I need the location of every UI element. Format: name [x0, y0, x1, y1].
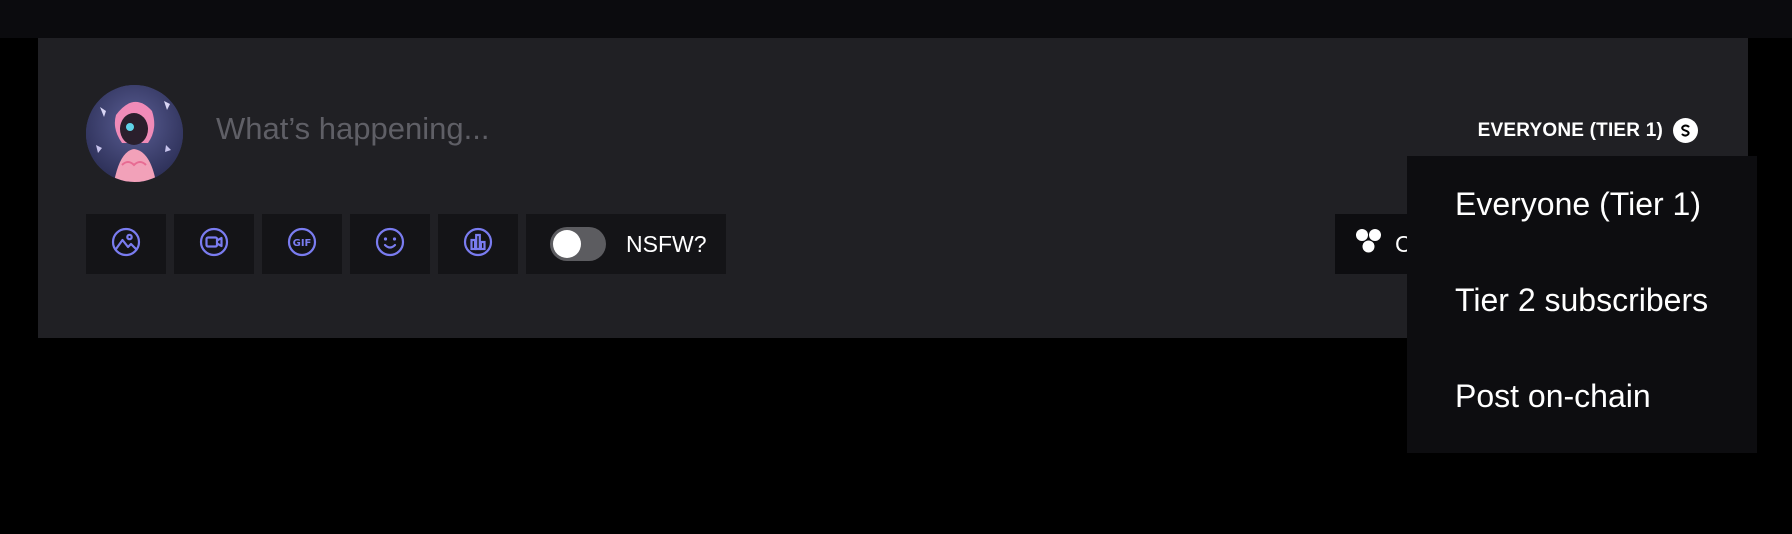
emoji-icon [374, 226, 406, 263]
add-poll-button[interactable] [438, 214, 518, 274]
poll-icon [462, 226, 494, 263]
cluster-icon [1355, 228, 1383, 260]
audience-selected-label: EVERYONE (TIER 1) [1477, 119, 1663, 141]
svg-text:GIF: GIF [293, 238, 312, 249]
nsfw-toggle[interactable] [550, 227, 606, 261]
dropdown-option-label: Everyone (Tier 1) [1455, 185, 1701, 222]
dropdown-option-on-chain[interactable]: Post on-chain [1407, 348, 1757, 444]
dropdown-option-tier-2[interactable]: Tier 2 subscribers [1407, 252, 1757, 348]
post-input[interactable] [214, 108, 1118, 150]
gif-icon: GIF [286, 226, 318, 263]
audience-selector[interactable]: EVERYONE (TIER 1) [1478, 118, 1698, 143]
composer-toolbar: GIF NSFW? [86, 214, 726, 274]
image-icon [110, 226, 142, 263]
dropdown-option-label: Post on-chain [1455, 377, 1651, 414]
dropdown-option-everyone[interactable]: Everyone (Tier 1) [1407, 156, 1757, 252]
video-icon [198, 226, 230, 263]
add-emoji-button[interactable] [350, 214, 430, 274]
audience-dropdown: Everyone (Tier 1) Tier 2 subscribers Pos… [1407, 156, 1757, 453]
nsfw-label: NSFW? [626, 230, 707, 257]
nsfw-control: NSFW? [526, 214, 726, 274]
add-image-button[interactable] [86, 214, 166, 274]
toggle-knob [553, 230, 581, 258]
dropdown-option-label: Tier 2 subscribers [1455, 281, 1709, 318]
avatar[interactable] [86, 85, 183, 182]
top-bar [0, 0, 1792, 38]
coin-icon [1673, 118, 1698, 143]
add-gif-button[interactable]: GIF [262, 214, 342, 274]
add-video-button[interactable] [174, 214, 254, 274]
